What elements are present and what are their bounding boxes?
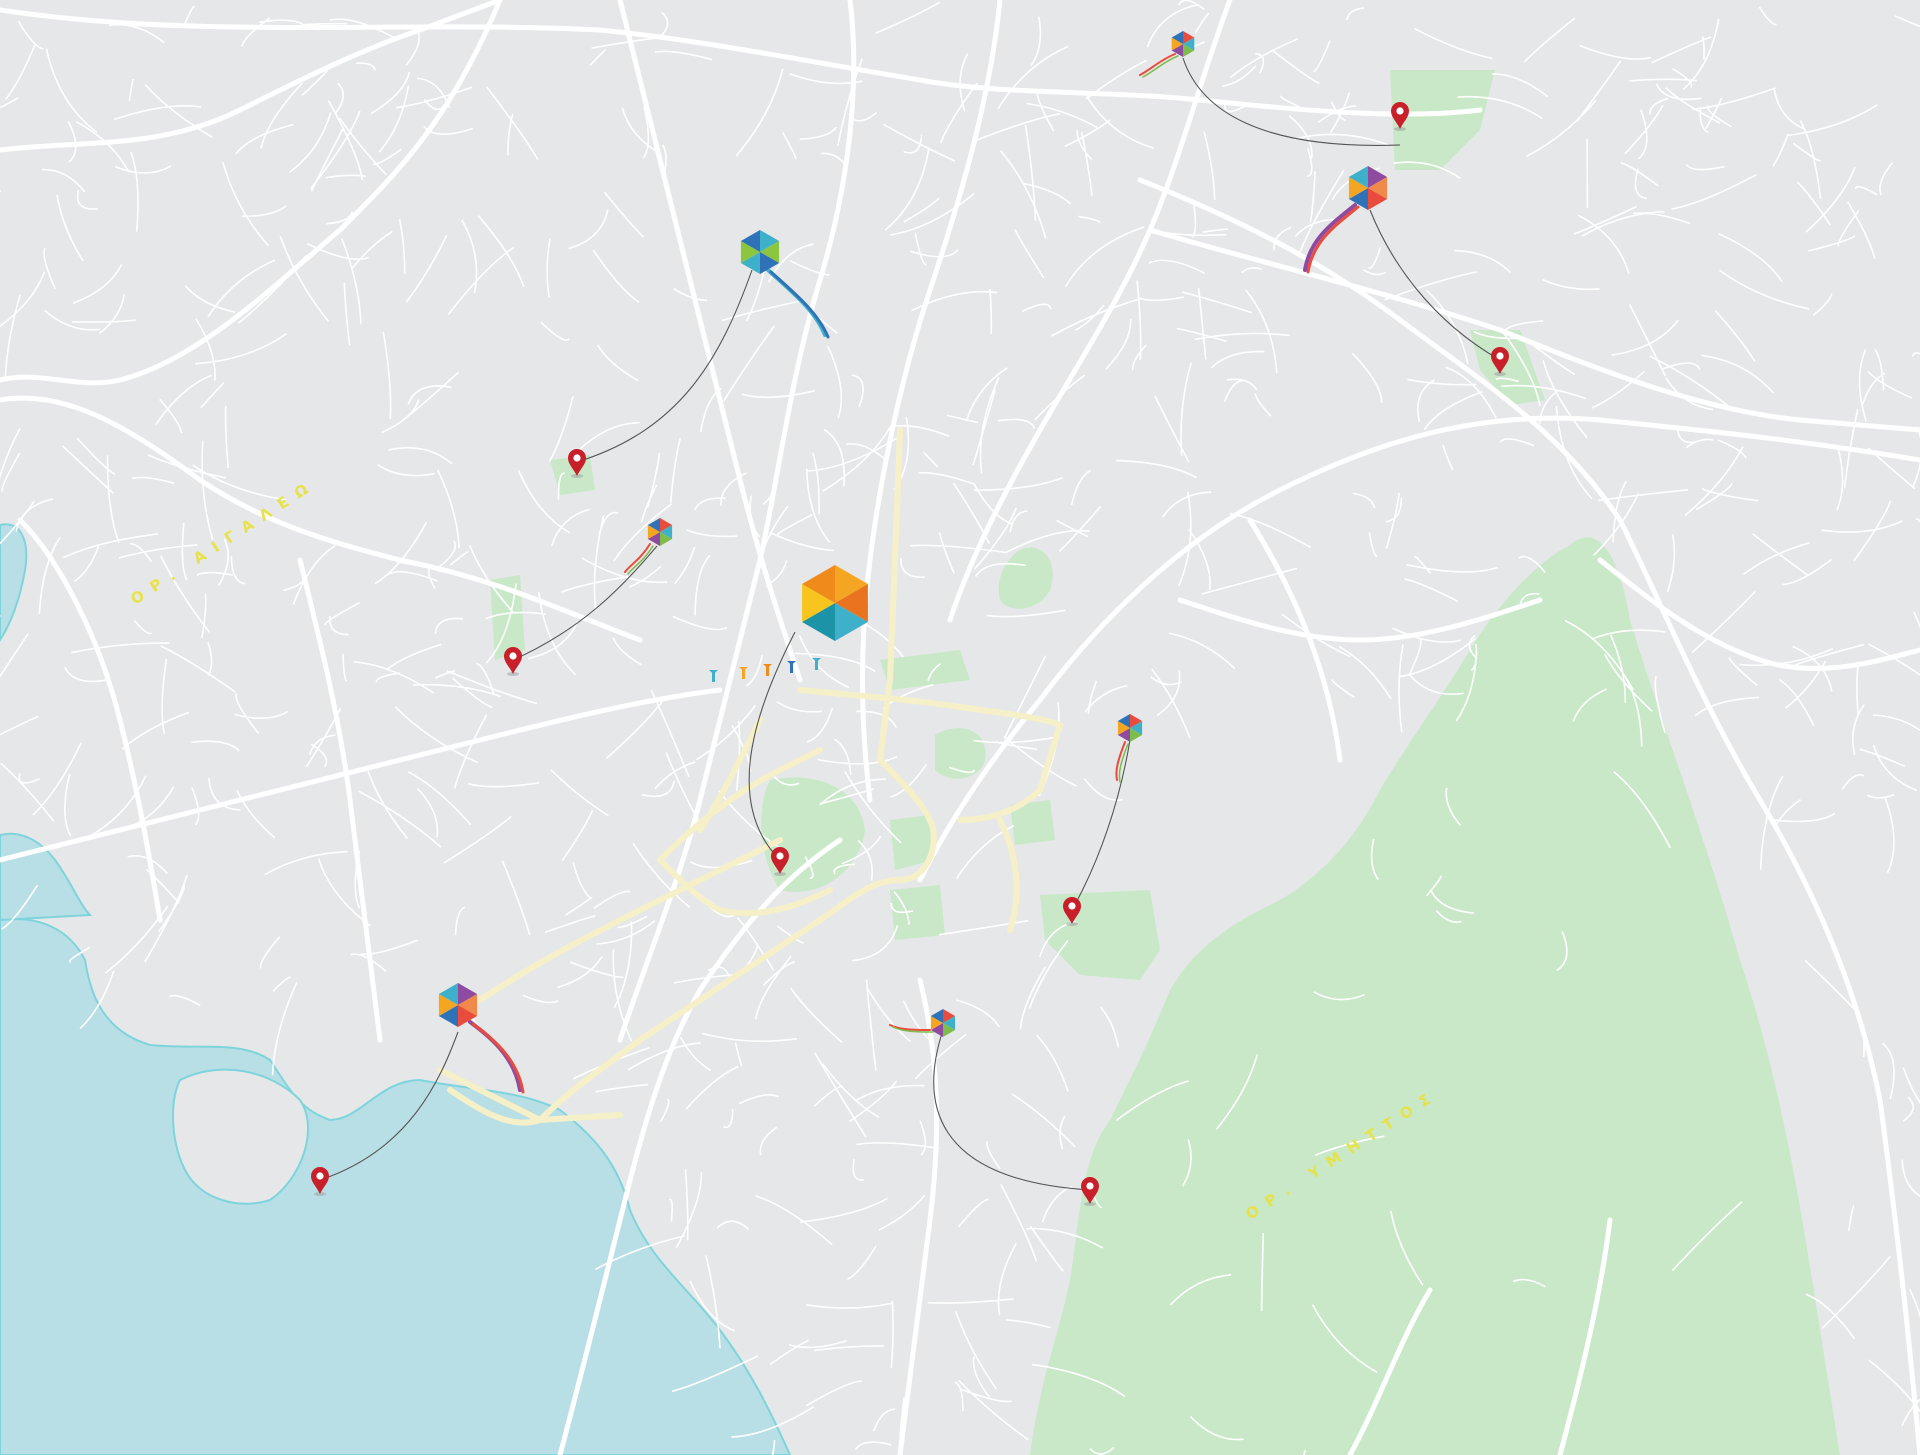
harbour-peninsula	[172, 1068, 309, 1205]
city-map[interactable]: ΟΡ. ΑΙΓΑΛΕΩ ΟΡ. ΥΜΗΤΤΟΣ	[0, 0, 1920, 1455]
